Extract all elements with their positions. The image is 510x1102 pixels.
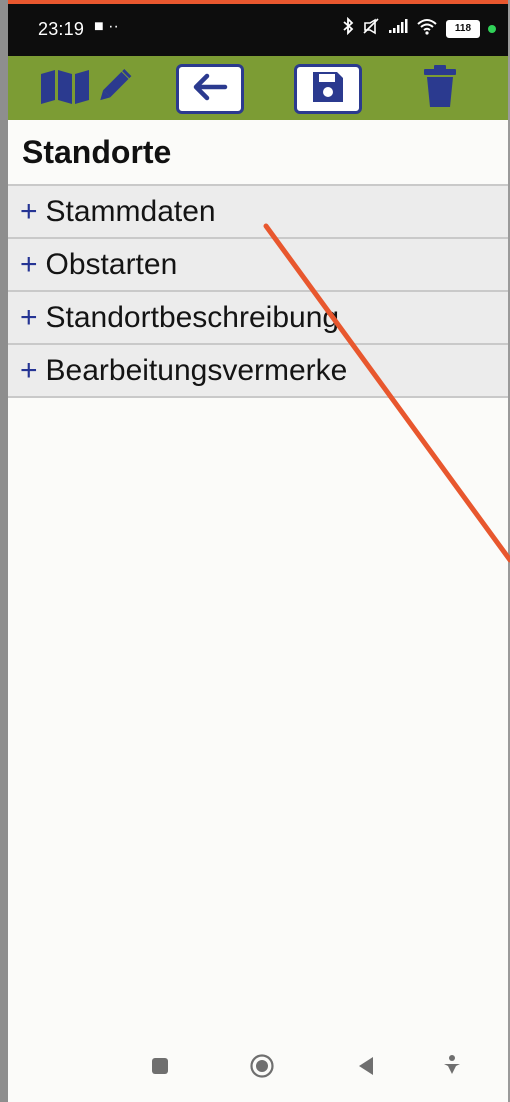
triangle-back-icon: [357, 1056, 375, 1081]
trash-icon: [423, 64, 457, 113]
privacy-dot-icon: [488, 24, 496, 33]
square-icon: [151, 1057, 169, 1080]
section-label: Standortbeschreibung: [45, 300, 340, 334]
status-bar: 23:19 ■ ·· 118: [8, 4, 508, 56]
wifi-icon: [416, 17, 438, 40]
arrow-left-icon: [191, 72, 229, 107]
system-nav-bar: [8, 1032, 508, 1102]
section-obstarten[interactable]: + Obstarten: [8, 237, 508, 290]
phone-screen: 23:19 ■ ·· 118 Standorte + Stammdaten + …: [8, 4, 508, 1102]
expand-plus-icon: +: [20, 300, 38, 334]
page-content: Standorte + Stammdaten + Obstarten + Sta…: [8, 120, 508, 398]
section-stammdaten[interactable]: + Stammdaten: [8, 184, 508, 237]
expand-plus-icon: +: [20, 194, 38, 228]
home-button[interactable]: [248, 1053, 276, 1084]
section-label: Stammdaten: [45, 194, 216, 228]
app-toolbar: [8, 56, 508, 120]
map-pencil-icon: [37, 66, 135, 111]
expand-plus-icon: +: [20, 247, 38, 281]
section-list: + Stammdaten + Obstarten + Standortbesch…: [8, 184, 508, 398]
accessibility-icon: [442, 1054, 462, 1083]
accessibility-button[interactable]: [438, 1054, 466, 1082]
section-standortbeschreibung[interactable]: + Standortbeschreibung: [8, 290, 508, 343]
section-label: Bearbeitungsvermerke: [45, 353, 348, 387]
map-edit-button[interactable]: [36, 62, 136, 114]
page-title: Standorte: [22, 134, 172, 170]
home-circle-icon: [249, 1053, 275, 1084]
left-frame: [0, 0, 8, 1102]
recents-button[interactable]: [146, 1054, 174, 1082]
mute-icon: [362, 17, 380, 40]
expand-plus-icon: +: [20, 353, 38, 387]
status-time: 23:19: [38, 19, 85, 39]
bluetooth-icon: [342, 16, 354, 40]
save-button[interactable]: [294, 64, 362, 114]
section-label: Obstarten: [45, 247, 178, 281]
signal-icon: [388, 18, 408, 39]
back-nav-button[interactable]: [352, 1054, 380, 1082]
delete-button[interactable]: [412, 62, 468, 114]
back-button[interactable]: [176, 64, 244, 114]
status-right-icons: 118: [342, 16, 496, 40]
battery-icon: 118: [446, 19, 480, 38]
notification-icons: ■ ··: [94, 18, 119, 35]
section-bearbeitungsvermerke[interactable]: + Bearbeitungsvermerke: [8, 343, 508, 398]
floppy-disk-icon: [311, 70, 345, 109]
